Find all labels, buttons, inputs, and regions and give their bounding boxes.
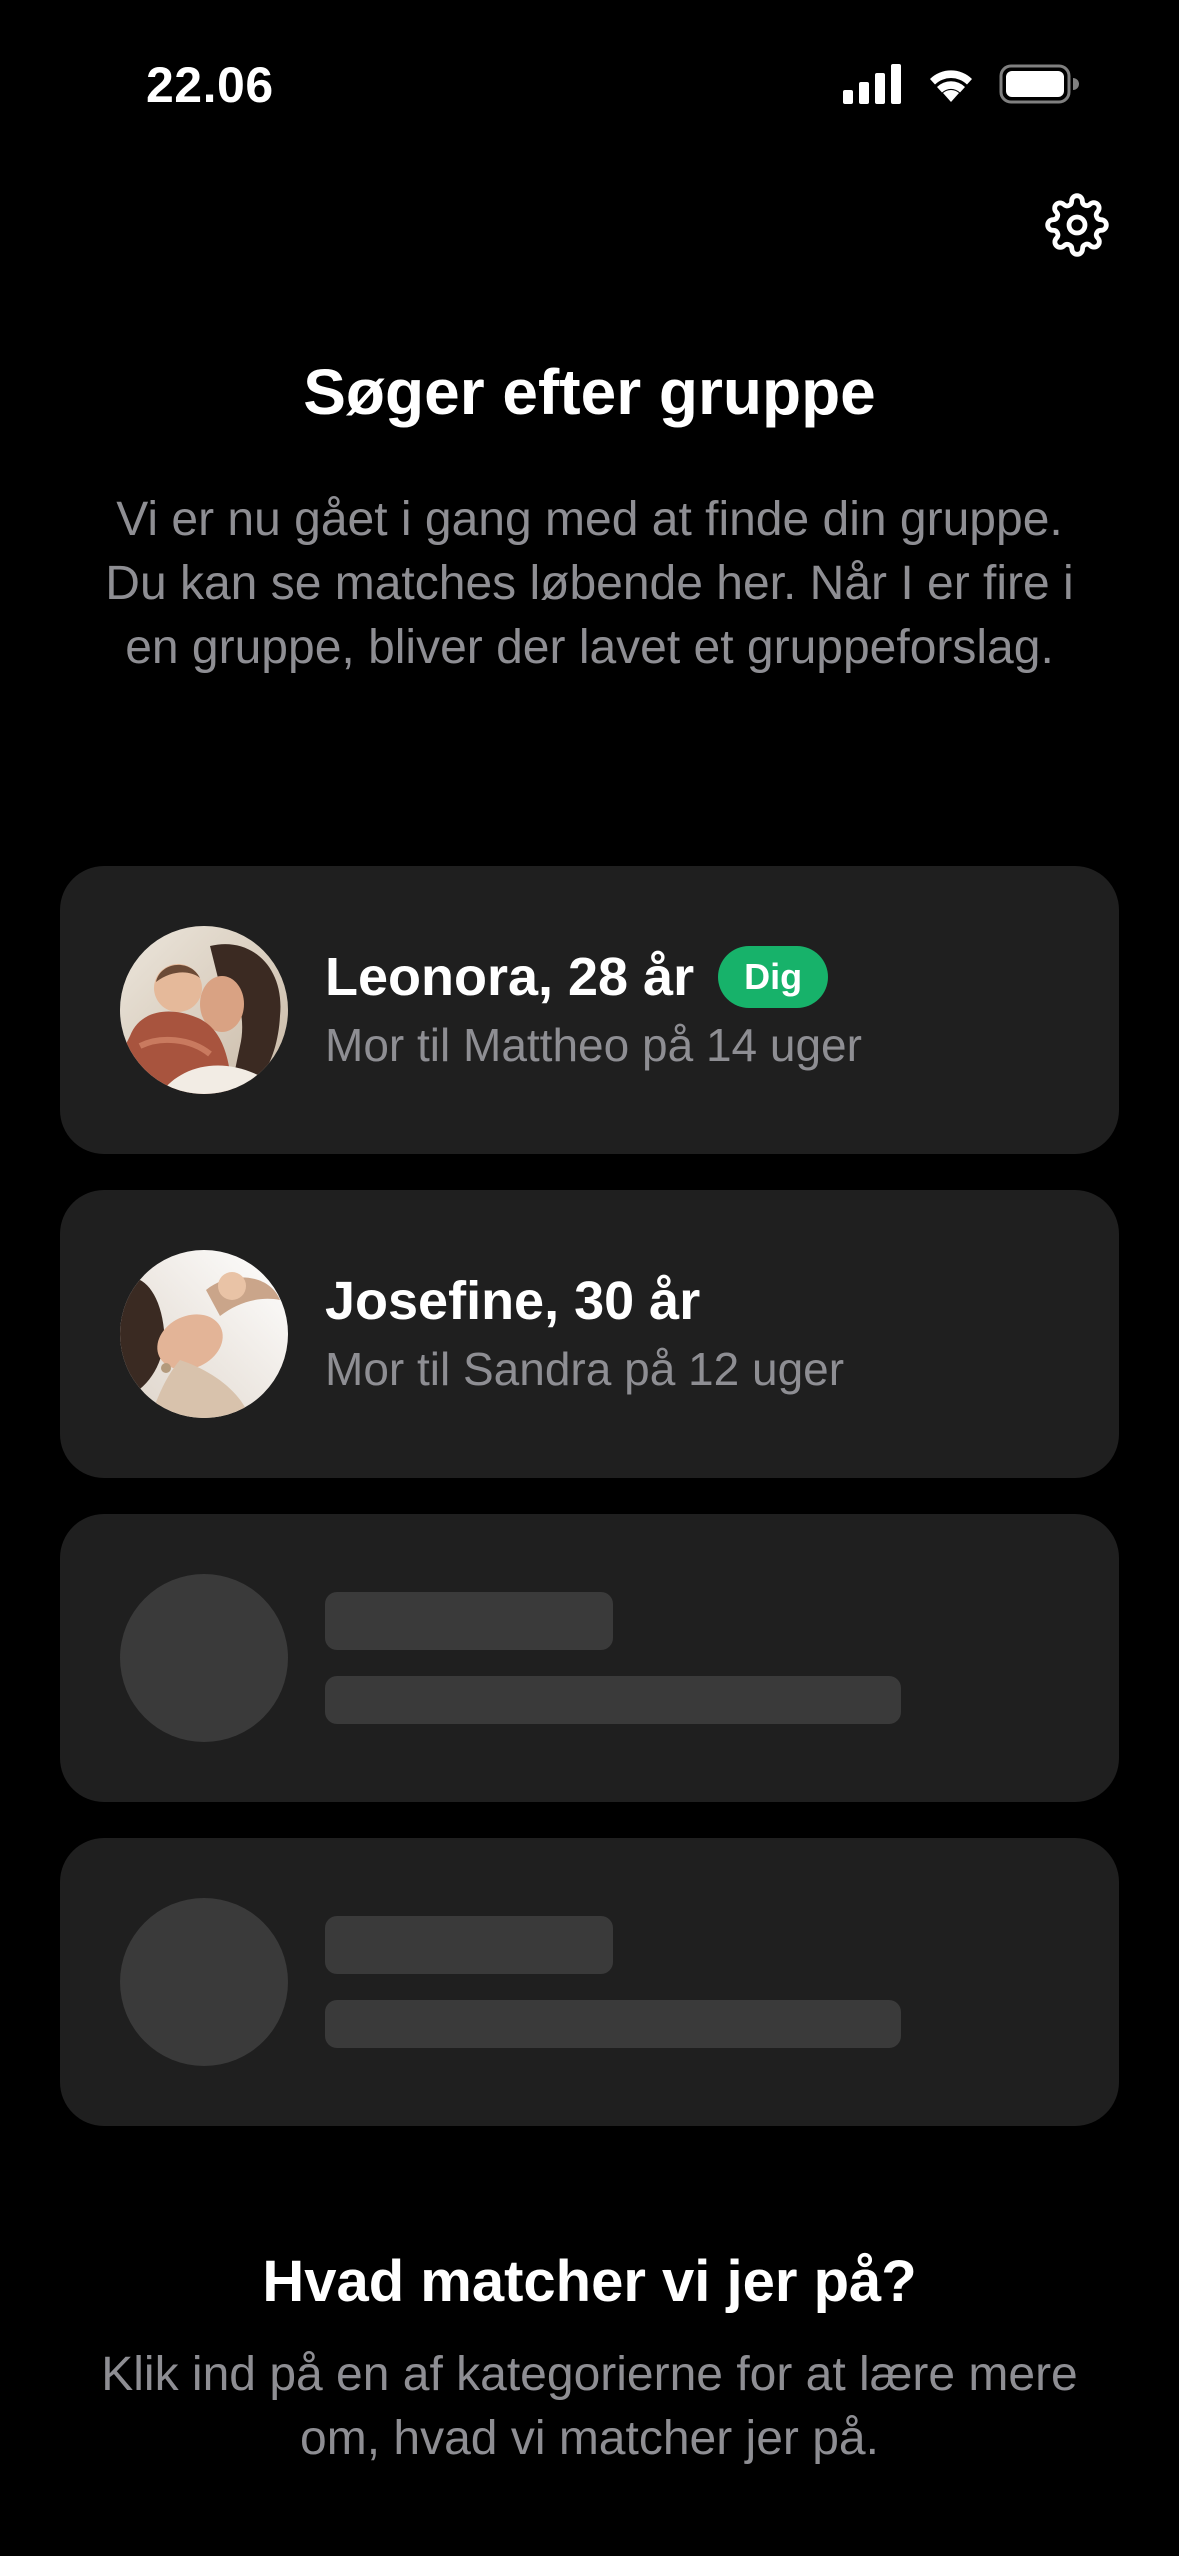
member-subtitle: Mor til Mattheo på 14 uger xyxy=(325,1019,862,1071)
skeleton-subtitle xyxy=(325,2000,901,2048)
status-time: 22.06 xyxy=(146,57,274,113)
member-name: Leonora, 28 år xyxy=(325,947,695,1007)
signal-icon xyxy=(843,63,903,109)
status-bar: 22.06 xyxy=(0,0,1179,150)
member-name: Josefine, 30 år xyxy=(325,1271,701,1331)
status-icons xyxy=(843,62,1079,110)
skeleton-title xyxy=(325,1592,613,1650)
matching-title: Hvad matcher vi jer på? xyxy=(262,2249,917,2314)
member-card[interactable]: Leonora, 28 år Dig Mor til Mattheo på 14… xyxy=(60,866,1119,1154)
you-badge: Dig xyxy=(718,946,829,1008)
member-card[interactable]: Josefine, 30 år Mor til Sandra på 12 uge… xyxy=(60,1190,1119,1478)
page-title: Søger efter gruppe xyxy=(303,356,876,428)
member-info: Leonora, 28 år Dig Mor til Mattheo på 14… xyxy=(325,944,862,1072)
placeholder-card xyxy=(60,1514,1119,1802)
avatar xyxy=(120,1250,288,1418)
page-description: Vi er nu gået i gang med at finde din gr… xyxy=(105,493,1074,674)
wifi-icon xyxy=(925,64,977,109)
matching-description: Klik ind på en af kategorierne for at læ… xyxy=(101,2348,1078,2465)
placeholder-card xyxy=(60,1838,1119,2126)
avatar xyxy=(120,926,288,1094)
member-subtitle: Mor til Sandra på 12 uger xyxy=(325,1343,845,1395)
member-info: Josefine, 30 år Mor til Sandra på 12 uge… xyxy=(325,1268,844,1396)
skeleton-title xyxy=(325,1916,613,1974)
battery-icon xyxy=(999,64,1079,109)
skeleton-subtitle xyxy=(325,1676,901,1724)
settings-button[interactable] xyxy=(1040,190,1114,264)
gear-icon xyxy=(1045,192,1109,262)
avatar-placeholder xyxy=(120,1574,288,1742)
avatar-placeholder xyxy=(120,1898,288,2066)
